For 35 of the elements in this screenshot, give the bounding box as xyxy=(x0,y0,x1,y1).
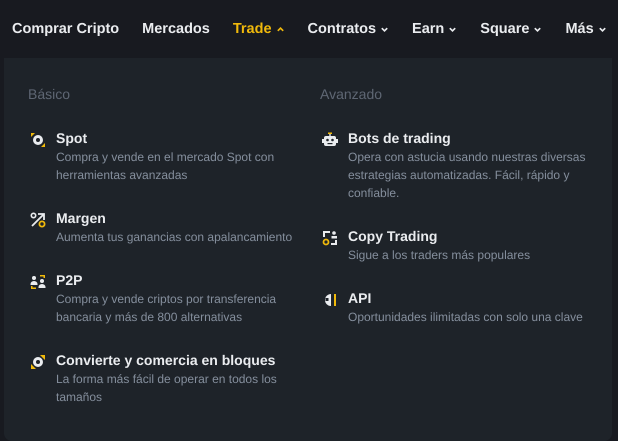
chevron-down-icon xyxy=(448,24,458,34)
chevron-up-icon xyxy=(276,24,285,34)
robot-icon xyxy=(322,132,338,148)
nav-link[interactable]: Comprar Cripto xyxy=(12,21,120,37)
menu-item-link[interactable]: P2P xyxy=(56,272,308,288)
menu-item-link[interactable]: Margen xyxy=(56,210,292,226)
nav-link[interactable]: Square xyxy=(480,21,542,37)
nav-link[interactable]: Más xyxy=(565,21,607,37)
menu-item-link[interactable]: Copy Trading xyxy=(348,228,530,244)
coin-swap-icon xyxy=(30,132,46,148)
chevron-down-icon xyxy=(533,24,542,34)
chevron-down-icon xyxy=(380,24,390,34)
menu-item-description: Compra y vende criptos por transferencia bancaria y más de 800 alternativas xyxy=(56,291,278,326)
chevron-down-icon xyxy=(598,24,607,34)
section-heading: Avanzado xyxy=(320,86,384,102)
menu-item-link[interactable]: Convierte y comercia en bloques xyxy=(56,352,308,368)
menu-item-description: La forma más fácil de operar en todos los tamaños xyxy=(56,371,278,406)
menu-item-description: Compra y vende en el mercado Spot con herramientas avanzadas xyxy=(56,149,276,184)
menu-item-description: Oportunidades ilimitadas con solo una clave xyxy=(348,309,583,326)
menu-item-link[interactable]: Bots de trading xyxy=(348,130,588,146)
coin-arrows-icon xyxy=(30,354,46,370)
menu-item-description: Opera con astucia usando nuestras diversas estrategias automatizadas. Fácil, rápido y confiable. xyxy=(348,149,586,202)
menu-item-description: Aumenta tus ganancias con apalancamiento xyxy=(56,229,292,246)
people-icon xyxy=(30,274,46,290)
percent-arrow-icon xyxy=(30,212,46,228)
plug-icon xyxy=(322,292,338,308)
section-heading: Básico xyxy=(28,86,72,102)
copy-user-icon xyxy=(322,230,338,246)
menu-item-link[interactable]: Spot xyxy=(56,130,308,146)
nav-link[interactable]: Trade xyxy=(232,21,285,37)
nav-link[interactable]: Mercados xyxy=(142,21,210,37)
menu-item-description: Sigue a los traders más populares xyxy=(348,247,530,264)
menu-item-link[interactable]: API xyxy=(348,290,583,306)
nav-link[interactable]: Contratos xyxy=(308,21,390,37)
nav-link[interactable]: Earn xyxy=(412,21,458,37)
